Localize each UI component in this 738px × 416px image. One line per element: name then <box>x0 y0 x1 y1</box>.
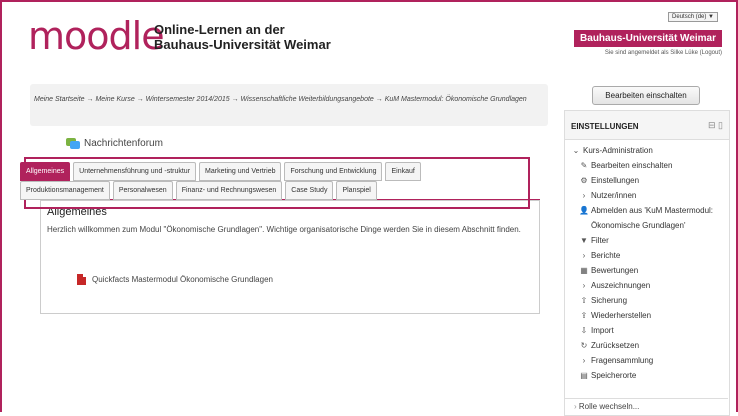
settings-item-label: Kurs-Administration <box>583 146 653 155</box>
tab-unternehmensfuehrung[interactable]: Unternehmensführung und -struktur <box>73 162 197 181</box>
settings-item-label: Import <box>591 326 614 335</box>
reset-icon: ↻ <box>580 341 588 350</box>
settings-item[interactable]: ⌄ Kurs-Administration <box>571 143 727 158</box>
settings-item-label: Sicherung <box>591 296 628 305</box>
settings-item-label: Speicherorte <box>591 371 637 380</box>
settings-item[interactable]: › Fragensammlung <box>579 353 727 368</box>
backup-icon: ⇧ <box>580 296 588 305</box>
tab-personalwesen[interactable]: Personalwesen <box>112 181 173 200</box>
settings-block: EINSTELLUNGEN ⊟ ▯ ⌄ Kurs-Administration ✎ B… <box>564 110 730 416</box>
tab-marketing[interactable]: Marketing und Vertrieb <box>199 162 282 181</box>
settings-item-label: Fragensammlung <box>591 356 654 365</box>
settings-item-label: Zurücksetzen <box>591 341 640 350</box>
settings-item[interactable]: ⚙ Einstellungen <box>579 173 727 188</box>
settings-item-label: Wiederherstellen <box>591 311 652 320</box>
settings-item[interactable]: › Berichte <box>579 248 727 263</box>
logo-sub-line1: Online-Lernen an der <box>154 22 285 37</box>
settings-item[interactable]: ⇧ Sicherung <box>579 293 727 308</box>
switch-role-label: Rolle wechseln... <box>578 402 640 411</box>
tab-finanzwesen[interactable]: Finanz- und Rechnungswesen <box>175 181 283 200</box>
block-controls-icon[interactable]: ⊟ ▯ <box>708 120 723 131</box>
tab-case-study[interactable]: Case Study <box>285 181 334 200</box>
settings-item[interactable]: ▤ Speicherorte <box>579 368 727 383</box>
logo-sub-line2: Bauhaus-Universität Weimar <box>154 37 331 52</box>
pdf-link-label: Quickfacts Mastermodul Ökonomische Grund… <box>92 275 273 284</box>
import-icon: ⇩ <box>580 326 588 335</box>
switch-role-link[interactable]: › Rolle wechseln... <box>574 402 639 411</box>
tab-planspiel[interactable]: Planspiel <box>336 181 377 200</box>
settings-item-label: Bearbeiten einschalten <box>591 161 673 170</box>
divider <box>564 398 728 399</box>
settings-item-label: Nutzer/innen <box>591 191 637 200</box>
settings-header: EINSTELLUNGEN ⊟ ▯ <box>565 111 729 140</box>
tab-allgemeines[interactable]: Allgemeines <box>20 162 71 181</box>
section-text: Herzlich willkommen zum Modul "Ökonomisc… <box>47 225 521 234</box>
settings-item[interactable]: › Nutzer/innen <box>579 188 727 203</box>
tab-forschung[interactable]: Forschung und Entwicklung <box>284 162 383 181</box>
settings-item[interactable]: 👤 Abmelden aus 'KuM Mastermodul: Ökonomis… <box>579 203 727 233</box>
pdf-resource-link[interactable]: Quickfacts Mastermodul Ökonomische Grund… <box>77 274 273 285</box>
tab-row-2: Produktionsmanagement Personalwesen Fina… <box>20 181 380 200</box>
logo-subtitle: Online-Lernen an der Bauhaus-Universität… <box>154 22 331 52</box>
settings-item[interactable]: › Auszeichnungen <box>579 278 727 293</box>
expand-arrow-icon: › <box>582 191 586 200</box>
settings-item-label: Berichte <box>591 251 621 260</box>
grades-icon: ▦ <box>580 266 588 275</box>
settings-item[interactable]: ⇪ Wiederherstellen <box>579 308 727 323</box>
language-select[interactable]: Deutsch (de) ▼ <box>668 12 718 22</box>
forum-icon <box>66 138 80 149</box>
settings-item[interactable]: ⇩ Import <box>579 323 727 338</box>
login-info[interactable]: Sie sind angemeldet als Silke Lüke (Logo… <box>605 50 722 56</box>
expand-arrow-icon: › <box>582 356 586 365</box>
settings-item-label: Auszeichnungen <box>591 281 651 290</box>
settings-item-label: Abmelden aus 'KuM Mastermodul: Ökonomisc… <box>591 206 714 230</box>
tab-produktionsmanagement[interactable]: Produktionsmanagement <box>20 181 110 200</box>
settings-item[interactable]: ✎ Bearbeiten einschalten <box>579 158 727 173</box>
settings-item[interactable]: ↻ Zurücksetzen <box>579 338 727 353</box>
edit-mode-button[interactable]: Bearbeiten einschalten <box>592 86 700 105</box>
restore-icon: ⇪ <box>580 311 588 320</box>
breadcrumb: Meine Startseite → Meine Kurse → Winters… <box>30 84 548 126</box>
settings-item[interactable]: ▦ Bewertungen <box>579 263 727 278</box>
settings-item[interactable]: ▼ Filter <box>579 233 727 248</box>
settings-item-label: Filter <box>591 236 609 245</box>
page-header: moodle Online-Lernen an der Bauhaus-Univ… <box>2 2 736 70</box>
user-icon: 👤 <box>579 206 589 215</box>
settings-tree: ⌄ Kurs-Administration ✎ Bearbeiten einschal… <box>571 143 727 383</box>
settings-item-label: Einstellungen <box>591 176 640 185</box>
news-forum-link[interactable]: Nachrichtenforum <box>66 138 163 149</box>
tab-row-1: Allgemeines Unternehmensführung und -str… <box>20 162 424 181</box>
settings-title: EINSTELLUNGEN <box>571 122 639 131</box>
expand-arrow-icon: › <box>582 251 586 260</box>
filter-icon: ▼ <box>580 236 588 245</box>
tab-einkauf[interactable]: Einkauf <box>385 162 421 181</box>
pencil-icon: ✎ <box>580 161 588 170</box>
section-content: Allgemeines Herzlich willkommen zum Modu… <box>40 200 540 314</box>
news-forum-label: Nachrichtenforum <box>84 138 163 149</box>
collapse-arrow-icon: ⌄ <box>572 146 580 155</box>
settings-item-label: Bewertungen <box>591 266 639 275</box>
expand-arrow-icon: › <box>582 281 586 290</box>
files-icon: ▤ <box>580 371 588 380</box>
university-logo[interactable]: Bauhaus-Universität Weimar <box>574 30 722 47</box>
breadcrumb-text[interactable]: Meine Startseite → Meine Kurse → Winters… <box>34 90 544 110</box>
gear-icon: ⚙ <box>580 176 588 185</box>
moodle-logo[interactable]: moodle <box>28 14 165 58</box>
pdf-icon <box>77 274 86 285</box>
